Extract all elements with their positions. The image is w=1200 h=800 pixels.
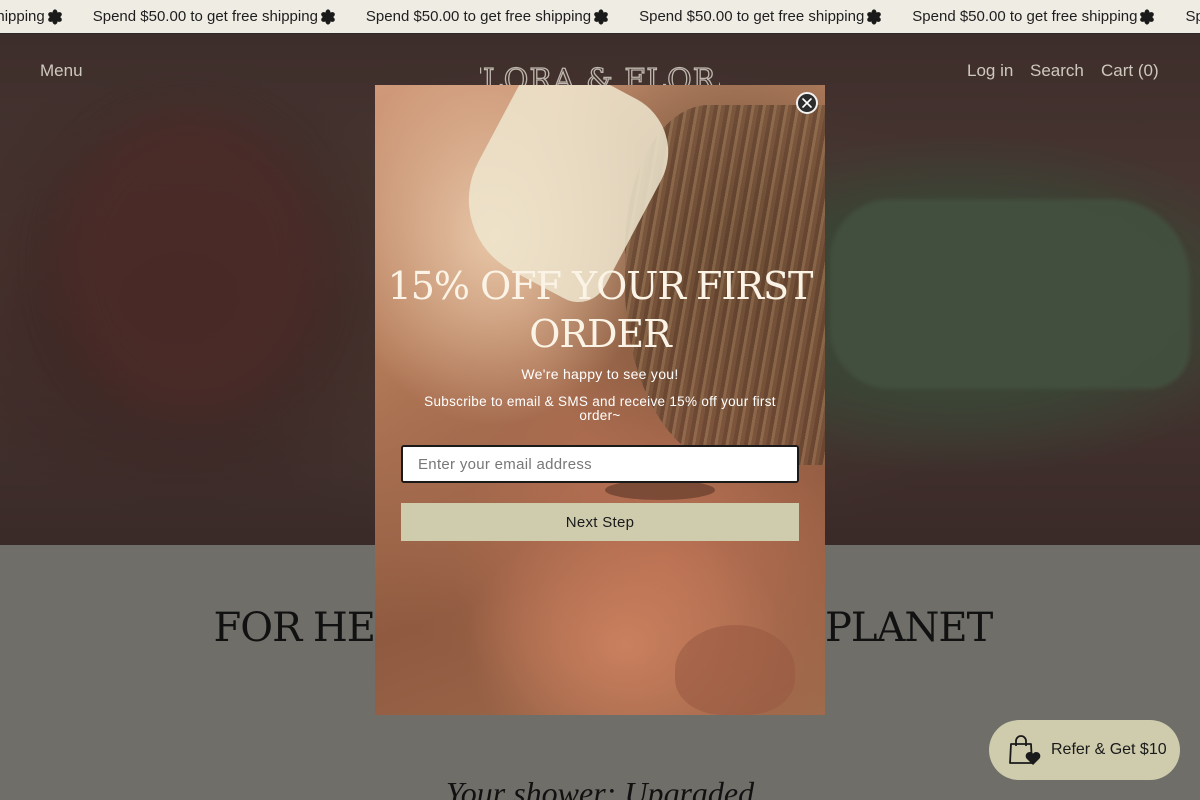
announcement-bar: ee shipping Spend $50.00 to get free ship… (0, 0, 1200, 34)
cart-link[interactable]: Cart (0) (1101, 61, 1159, 81)
announcement-text: Spend $50.00 to get free shipping (92, 8, 318, 25)
flower-icon (1140, 8, 1155, 25)
announcement-text: ee shipping (0, 8, 45, 25)
announcement-item: Spend $5 (1185, 8, 1200, 25)
modal-greeting: We're happy to see you! (521, 366, 679, 382)
announcement-track: ee shipping Spend $50.00 to get free ship… (0, 0, 1200, 33)
refer-label: Refer & Get $10 (1051, 741, 1167, 758)
login-link[interactable]: Log in (967, 61, 1013, 81)
announcement-text: Spend $50.00 to get free shipping (912, 8, 1138, 25)
search-link[interactable]: Search (1030, 61, 1084, 81)
modal-eye-shape (605, 480, 715, 500)
hero-soap-shape (830, 199, 1190, 389)
announcement-text: Spend $5 (1185, 8, 1200, 25)
announcement-item: Spend $50.00 to get free shipping (366, 8, 639, 25)
modal-title: 15% OFF YOUR FIRST ORDER (375, 262, 825, 358)
flower-icon (594, 8, 608, 25)
next-step-button[interactable]: Next Step (401, 503, 799, 541)
section-heading-right: PLANET (825, 605, 993, 651)
announcement-text: Spend $50.00 to get free shipping (639, 8, 865, 25)
flower-icon (47, 8, 62, 25)
refer-button[interactable]: Refer & Get $10 (989, 720, 1180, 780)
flower-icon (321, 8, 335, 25)
email-input[interactable] (401, 445, 799, 483)
announcement-item: ee shipping (0, 8, 93, 25)
shopping-bag-heart-icon (1009, 735, 1041, 765)
modal-close-button[interactable] (796, 92, 818, 114)
hero-hand-shape (60, 114, 320, 414)
announcement-item: Spend $50.00 to get free shipping (639, 8, 912, 25)
menu-link[interactable]: Menu (40, 61, 83, 81)
flower-icon (867, 8, 882, 25)
announcement-item: Spend $50.00 to get free shipping (912, 8, 1185, 25)
modal-nose-shape (675, 625, 795, 715)
modal-title-line2: ORDER (529, 312, 672, 356)
modal-subtitle: Subscribe to email & SMS and receive 15%… (424, 394, 776, 423)
section-heading-left: FOR HE (213, 605, 376, 651)
announcement-item: Spend $50.00 to get free shipping (93, 8, 366, 25)
announcement-text: Spend $50.00 to get free shipping (365, 8, 592, 25)
modal-title-line1: 15% OFF YOUR FIRST (387, 264, 814, 308)
close-icon (802, 98, 812, 108)
